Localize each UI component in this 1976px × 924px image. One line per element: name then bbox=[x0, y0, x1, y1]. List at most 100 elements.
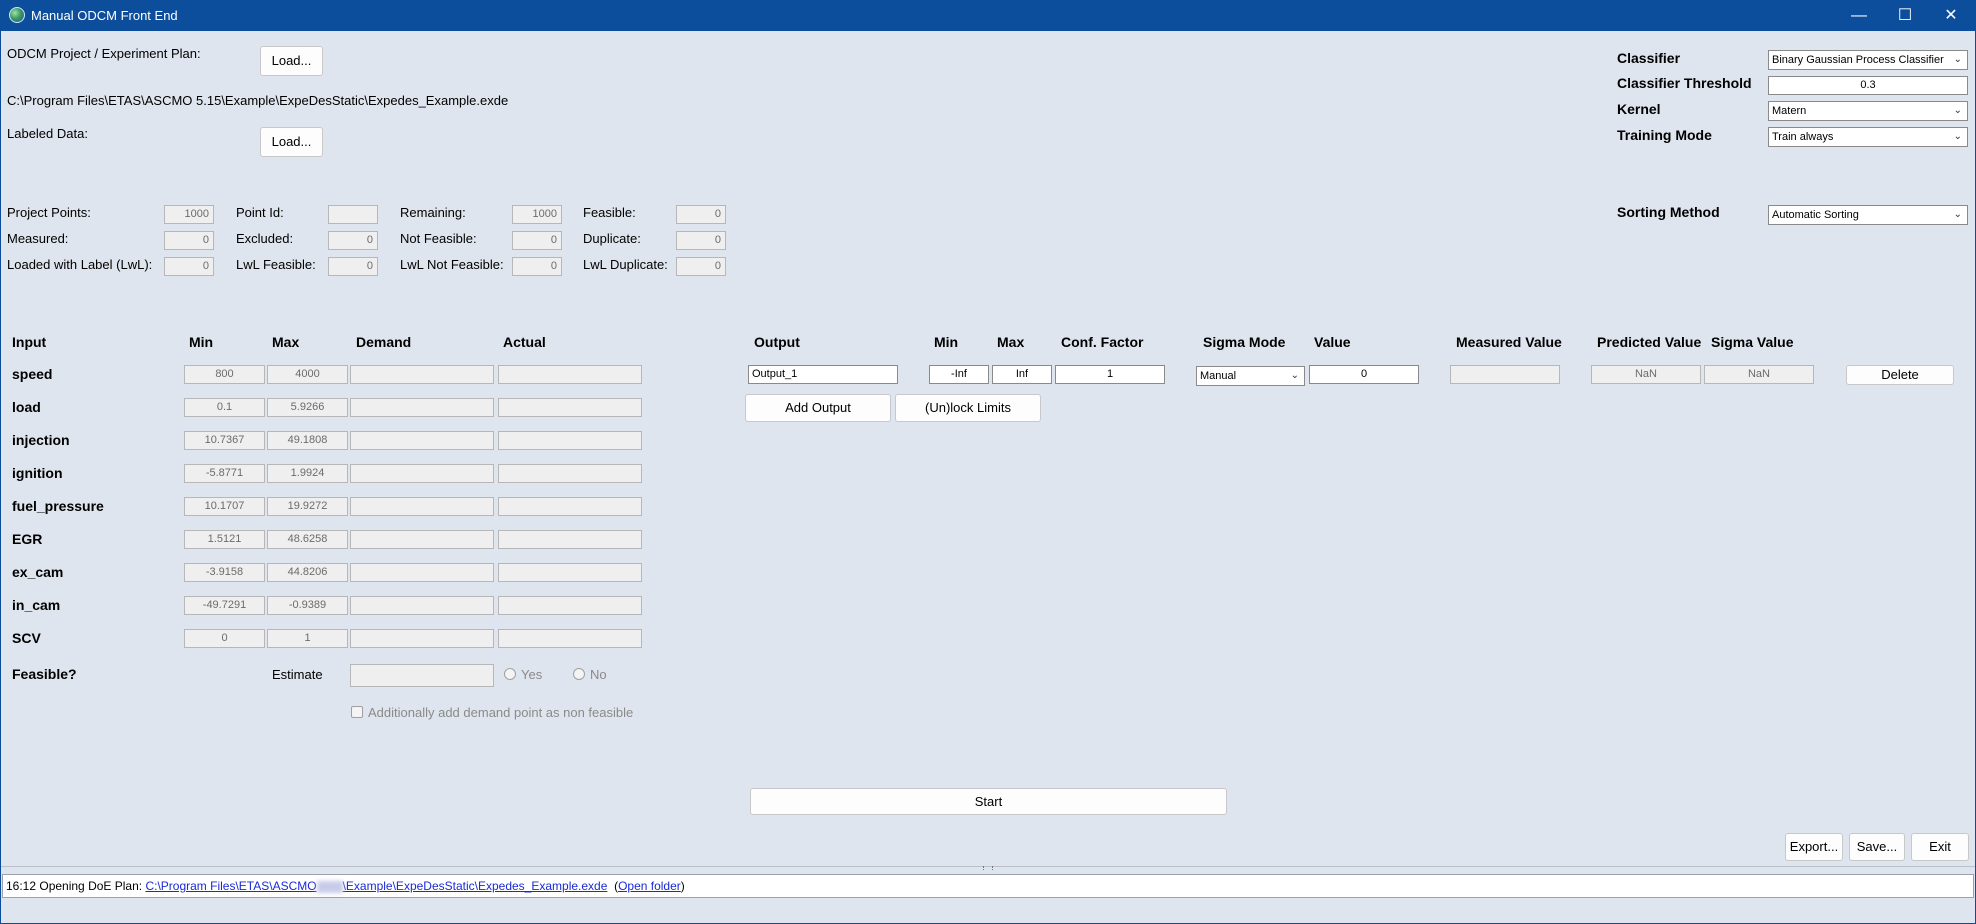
add-output-button[interactable]: Add Output bbox=[745, 394, 891, 422]
kernel-value: Matern bbox=[1772, 105, 1807, 117]
input-demand bbox=[350, 398, 494, 417]
demand-header: Demand bbox=[356, 334, 412, 350]
input-min: 800 bbox=[184, 365, 265, 384]
sigma-value-field: NaN bbox=[1704, 365, 1814, 384]
output-min-input[interactable]: -Inf bbox=[929, 365, 989, 384]
input-name: in_cam bbox=[12, 597, 61, 613]
input-demand bbox=[350, 365, 494, 384]
kernel-label: Kernel bbox=[1617, 101, 1661, 117]
measured-value-field bbox=[1450, 365, 1560, 384]
input-min: -49.7291 bbox=[184, 596, 265, 615]
feasible-question-label: Feasible? bbox=[12, 666, 77, 682]
value-header: Value bbox=[1314, 334, 1351, 350]
input-max: 44.8206 bbox=[267, 563, 348, 582]
open-folder-link[interactable]: Open folder bbox=[618, 879, 681, 893]
yes-radio[interactable] bbox=[504, 668, 516, 680]
output-max-input[interactable]: Inf bbox=[992, 365, 1052, 384]
input-name: EGR bbox=[12, 531, 43, 547]
classifier-select[interactable]: Binary Gaussian Process Classifier ⌄ bbox=[1768, 50, 1968, 70]
status-message: 16:12 Opening DoE Plan: bbox=[6, 879, 146, 893]
add-nonfeasible-label: Additionally add demand point as non fea… bbox=[368, 705, 634, 720]
feasible-value: 0 bbox=[676, 205, 726, 224]
input-actual bbox=[498, 464, 642, 483]
input-max: 48.6258 bbox=[267, 530, 348, 549]
maximize-button[interactable]: ☐ bbox=[1882, 0, 1928, 31]
training-mode-value: Train always bbox=[1772, 131, 1834, 143]
load-project-button[interactable]: Load... bbox=[260, 46, 323, 76]
input-name: speed bbox=[12, 366, 53, 382]
lwl-feasible-label: LwL Feasible: bbox=[236, 257, 316, 272]
training-mode-select[interactable]: Train always ⌄ bbox=[1768, 127, 1968, 147]
classifier-label: Classifier bbox=[1617, 50, 1681, 66]
close-button[interactable]: ✕ bbox=[1928, 0, 1974, 31]
remaining-value: 1000 bbox=[512, 205, 562, 224]
input-demand bbox=[350, 497, 494, 516]
chevron-down-icon: ⌄ bbox=[1953, 209, 1962, 220]
input-min-header: Min bbox=[189, 334, 214, 350]
open-folder-paren-close: ) bbox=[680, 879, 685, 893]
value-input[interactable]: 0 bbox=[1309, 365, 1419, 384]
delete-output-button[interactable]: Delete bbox=[1846, 365, 1954, 385]
project-points-value: 1000 bbox=[164, 205, 214, 224]
no-label: No bbox=[590, 667, 607, 682]
conf-factor-header: Conf. Factor bbox=[1061, 334, 1144, 350]
save-button[interactable]: Save... bbox=[1849, 833, 1905, 861]
redacted-version bbox=[316, 880, 343, 893]
input-actual bbox=[498, 431, 642, 450]
loaded-lwl-label: Loaded with Label (LwL): bbox=[7, 257, 153, 272]
input-max: -0.9389 bbox=[267, 596, 348, 615]
window-title: Manual ODCM Front End bbox=[31, 8, 178, 23]
output-name-input[interactable]: Output_1 bbox=[748, 365, 898, 384]
load-labeled-data-button[interactable]: Load... bbox=[260, 127, 323, 157]
sigma-value-header: Sigma Value bbox=[1711, 334, 1794, 350]
input-max: 49.1808 bbox=[267, 431, 348, 450]
input-min: 0 bbox=[184, 629, 265, 648]
add-nonfeasible-checkbox[interactable] bbox=[351, 706, 363, 718]
start-button[interactable]: Start bbox=[750, 788, 1227, 815]
output-max-header: Max bbox=[997, 334, 1025, 350]
estimate-label: Estimate bbox=[272, 667, 323, 682]
doe-plan-link[interactable]: C:\Program Files\ETAS\ASCMO \Example\Expe… bbox=[145, 879, 607, 893]
sorting-method-select[interactable]: Automatic Sorting ⌄ bbox=[1768, 205, 1968, 225]
input-name: fuel_pressure bbox=[12, 498, 104, 514]
excluded-label: Excluded: bbox=[236, 231, 294, 246]
excluded-value: 0 bbox=[328, 231, 378, 250]
input-demand bbox=[350, 629, 494, 648]
kernel-select[interactable]: Matern ⌄ bbox=[1768, 101, 1968, 121]
unlock-limits-button[interactable]: (Un)lock Limits bbox=[895, 394, 1041, 422]
no-radio[interactable] bbox=[573, 668, 585, 680]
input-actual bbox=[498, 563, 642, 582]
loaded-lwl-value: 0 bbox=[164, 257, 214, 276]
chevron-down-icon: ⌄ bbox=[1953, 54, 1962, 65]
input-actual bbox=[498, 530, 642, 549]
chevron-down-icon: ⌄ bbox=[1290, 370, 1299, 381]
input-max: 5.9266 bbox=[267, 398, 348, 417]
chevron-down-icon: ⌄ bbox=[1953, 131, 1962, 142]
input-name: ignition bbox=[12, 465, 63, 481]
sigma-mode-select[interactable]: Manual ⌄ bbox=[1196, 366, 1305, 386]
conf-factor-input[interactable]: 1 bbox=[1055, 365, 1165, 384]
input-min: -3.9158 bbox=[184, 563, 265, 582]
input-name: load bbox=[12, 399, 41, 415]
training-mode-label: Training Mode bbox=[1617, 127, 1712, 143]
actual-header: Actual bbox=[503, 334, 546, 350]
status-log: 16:12 Opening DoE Plan: C:\Program Files… bbox=[2, 874, 1974, 898]
project-points-label: Project Points: bbox=[7, 205, 91, 220]
feasible-label: Feasible: bbox=[583, 205, 636, 220]
sigma-mode-header: Sigma Mode bbox=[1203, 334, 1286, 350]
classifier-threshold-input[interactable]: 0.3 bbox=[1768, 76, 1968, 95]
input-actual bbox=[498, 629, 642, 648]
lwl-not-feasible-label: LwL Not Feasible: bbox=[400, 257, 504, 272]
output-min-header: Min bbox=[934, 334, 959, 350]
exit-button[interactable]: Exit bbox=[1911, 833, 1969, 861]
sorting-method-value: Automatic Sorting bbox=[1772, 209, 1859, 221]
input-min: -5.8771 bbox=[184, 464, 265, 483]
splitter-grip-icon bbox=[983, 866, 993, 870]
input-max: 1.9924 bbox=[267, 464, 348, 483]
predicted-value-header: Predicted Value bbox=[1597, 334, 1702, 350]
lwl-not-feasible-value: 0 bbox=[512, 257, 562, 276]
export-button[interactable]: Export... bbox=[1785, 833, 1843, 861]
input-name: ex_cam bbox=[12, 564, 64, 580]
minimize-button[interactable]: — bbox=[1836, 0, 1882, 31]
input-actual bbox=[498, 596, 642, 615]
